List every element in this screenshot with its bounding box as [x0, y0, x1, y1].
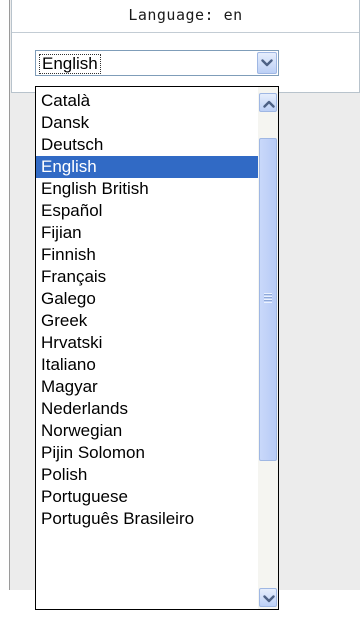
- language-options: Català Dansk Deutsch English English British…: [36, 90, 258, 530]
- language-dropdown-list[interactable]: Català Dansk Deutsch English English British…: [35, 86, 279, 610]
- language-option[interactable]: Español: [36, 200, 258, 222]
- language-option[interactable]: Português Brasileiro: [36, 508, 258, 530]
- language-option[interactable]: Hrvatski: [36, 332, 258, 354]
- language-option[interactable]: English British: [36, 178, 258, 200]
- language-select[interactable]: English: [35, 50, 279, 76]
- language-option[interactable]: Fijian: [36, 222, 258, 244]
- language-option[interactable]: Deutsch: [36, 134, 258, 156]
- page-margin: [0, 0, 9, 619]
- language-select-button[interactable]: [257, 52, 277, 74]
- chevron-down-icon: [263, 595, 275, 603]
- scroll-up-button[interactable]: [259, 93, 277, 112]
- scroll-down-button[interactable]: [259, 588, 277, 607]
- language-option[interactable]: Nederlands: [36, 398, 258, 420]
- language-option[interactable]: Norwegian: [36, 420, 258, 442]
- language-option[interactable]: Polish: [36, 464, 258, 486]
- scroll-thumb[interactable]: [259, 138, 277, 461]
- language-option[interactable]: Greek: [36, 310, 258, 332]
- language-option[interactable]: Finnish: [36, 244, 258, 266]
- language-option[interactable]: Dansk: [36, 112, 258, 134]
- language-heading: Language: en: [12, 0, 359, 33]
- language-select-value: English: [39, 54, 101, 74]
- grip-icon: [264, 293, 272, 303]
- dropdown-scrollbar[interactable]: [258, 87, 278, 609]
- language-option[interactable]: Français: [36, 266, 258, 288]
- language-option[interactable]: Italiano: [36, 354, 258, 376]
- language-option[interactable]: Català: [36, 90, 258, 112]
- chevron-down-icon: [261, 59, 273, 67]
- language-option[interactable]: English: [36, 156, 258, 178]
- language-option[interactable]: Pijin Solomon: [36, 442, 258, 464]
- language-option[interactable]: Portuguese: [36, 486, 258, 508]
- chevron-up-icon: [263, 100, 275, 108]
- language-option[interactable]: Galego: [36, 288, 258, 310]
- language-section: Language: en: [11, 0, 360, 93]
- language-option[interactable]: Magyar: [36, 376, 258, 398]
